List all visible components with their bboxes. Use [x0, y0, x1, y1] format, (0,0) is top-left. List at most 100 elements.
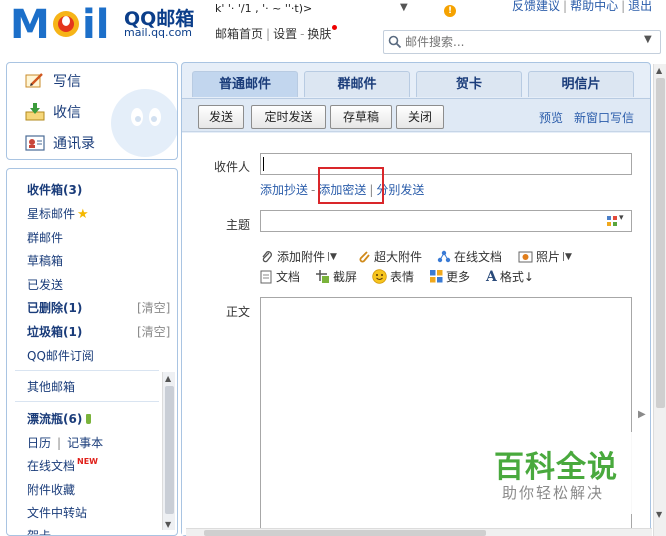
more-grid-icon: [430, 270, 443, 283]
scheduled-send-button[interactable]: 定时发送: [251, 105, 326, 129]
tab-postcard[interactable]: 明信片: [528, 71, 634, 97]
folder-subscribe[interactable]: QQ邮件订阅: [27, 347, 94, 364]
logout-link[interactable]: 退出: [628, 0, 652, 13]
page-scroll-thumb[interactable]: [656, 78, 665, 408]
receive-label: 收信: [53, 105, 81, 121]
expand-panel-arrow-icon[interactable]: ▶: [638, 409, 646, 420]
clear-deleted-link[interactable]: [清空]: [137, 299, 170, 316]
sidebar: 写信 收信 通讯录 收件箱(3) 星标邮件 ★ 群邮件 草稿箱 已发送 已删除(1…: [6, 62, 178, 536]
account-info[interactable]: k' '· '/1 , '· ~ ''·t)>: [215, 2, 312, 15]
calendar-notes-row: 日历 | 记事本: [27, 434, 103, 451]
tab-greeting-card[interactable]: 贺卡: [416, 71, 522, 97]
folder-starred[interactable]: 星标邮件 ★: [27, 205, 89, 222]
add-attachment-label: 添加附件: [277, 250, 326, 264]
compose-label: 写信: [53, 74, 81, 90]
contacts-button[interactable]: 通讯录: [25, 133, 95, 157]
feedback-link[interactable]: 反馈建议: [512, 0, 560, 13]
chevron-down-icon[interactable]: ▾: [619, 213, 624, 223]
nav-skin-link[interactable]: 换肤: [307, 27, 331, 41]
folder-sent[interactable]: 已发送: [27, 276, 63, 293]
header-nav: 邮箱首页 | 设置 - 换肤: [215, 25, 338, 42]
folder-scroll-thumb[interactable]: [165, 386, 174, 514]
more-tool[interactable]: 更多: [430, 268, 470, 285]
compose-button[interactable]: 写信: [25, 71, 81, 95]
notes-link[interactable]: 记事本: [67, 436, 103, 450]
format-tool[interactable]: A 格式↓: [486, 268, 534, 285]
scroll-down-icon[interactable]: ▼: [165, 520, 171, 529]
save-draft-button[interactable]: 存草稿: [330, 105, 392, 129]
emoji-icon: [372, 269, 387, 284]
online-doc-label: 在线文档: [454, 250, 503, 264]
nav-home-link[interactable]: 邮箱首页: [215, 27, 263, 41]
folder-online-docs[interactable]: 在线文档 NEW: [27, 457, 98, 474]
receive-button[interactable]: 收信: [25, 102, 81, 126]
search-icon[interactable]: [388, 35, 402, 49]
chevron-down-icon[interactable]: |▼: [327, 252, 337, 262]
scroll-up-icon[interactable]: ▲: [165, 374, 171, 383]
nav-settings-link[interactable]: 设置: [273, 27, 297, 41]
top-links: 反馈建议 | 帮助中心 | 退出: [512, 0, 652, 14]
subject-input[interactable]: ▾: [260, 210, 632, 232]
online-doc-tool[interactable]: 在线文档: [437, 248, 502, 265]
notice-icon[interactable]: !: [444, 5, 456, 17]
clear-spam-link[interactable]: [清空]: [137, 323, 170, 340]
chevron-down-icon[interactable]: |▼: [562, 252, 572, 262]
bottle-icon: [86, 414, 92, 424]
watermark-title: 百科全说: [494, 450, 618, 485]
folder-bottle[interactable]: 漂流瓶(6): [27, 410, 92, 427]
tab-normal-mail[interactable]: 普通邮件: [192, 71, 298, 97]
nav-separator: -: [300, 27, 305, 41]
contacts-card-icon: [25, 135, 45, 151]
page-horizontal-scrollbar[interactable]: [186, 528, 652, 536]
folder-starred-label: 星标邮件: [27, 207, 76, 221]
folder-deleted[interactable]: 已删除(1): [27, 299, 82, 316]
folder-scrollbar[interactable]: ▲ ▼: [162, 372, 175, 530]
screenshot-tool[interactable]: 截屏: [316, 268, 357, 285]
add-attachment-tool[interactable]: 添加附件 |▼: [260, 248, 337, 265]
folder-drafts[interactable]: 草稿箱: [27, 252, 63, 269]
calendar-link[interactable]: 日历: [27, 436, 51, 450]
format-label: 格式↓: [499, 270, 534, 284]
close-button[interactable]: 关闭: [396, 105, 444, 129]
page-vertical-scrollbar[interactable]: ▲ ▼: [653, 64, 666, 536]
folder-inbox[interactable]: 收件箱(3): [27, 181, 82, 198]
folder-attachments[interactable]: 附件收藏: [27, 481, 75, 498]
search-input[interactable]: [405, 32, 633, 52]
folder-file-transfer[interactable]: 文件中转站: [27, 504, 87, 521]
logo-domain: mail.qq.com: [124, 26, 193, 39]
to-input[interactable]: [260, 153, 632, 175]
online-doc-icon: [437, 250, 451, 262]
large-attachment-tool[interactable]: 超大附件: [357, 248, 422, 265]
document-tool[interactable]: 文档: [260, 268, 300, 285]
send-button[interactable]: 发送: [198, 105, 244, 129]
add-cc-link[interactable]: 添加抄送: [260, 183, 308, 197]
large-attachment-icon: [359, 250, 370, 262]
online-docs-label: 在线文档: [27, 459, 76, 473]
folder-other-mailbox[interactable]: 其他邮箱: [27, 378, 75, 395]
folder-bottle-label: 漂流瓶(6): [27, 412, 83, 426]
header: M il QQ邮箱 mail.qq.com k' '· '/1 , '· ~ '…: [0, 0, 666, 58]
qqmail-logo-icon[interactable]: M il: [10, 2, 118, 44]
compose-pen-icon: [25, 73, 43, 88]
folder-cards[interactable]: 贺卡: [27, 527, 51, 535]
new-window-link[interactable]: 新窗口写信: [574, 109, 634, 126]
tab-group-mail[interactable]: 群邮件: [304, 71, 410, 97]
photo-tool[interactable]: 照片 |▼: [518, 248, 572, 265]
photo-icon: [518, 251, 533, 262]
emoji-tool[interactable]: 表情: [372, 268, 414, 285]
stationery-grid-icon[interactable]: [607, 216, 617, 226]
subject-label: 主题: [226, 218, 251, 232]
star-icon: ★: [77, 207, 89, 222]
preview-link[interactable]: 预览: [539, 109, 563, 126]
folder-spam[interactable]: 垃圾箱(1): [27, 323, 82, 340]
help-link[interactable]: 帮助中心: [570, 0, 618, 13]
folder-group[interactable]: 群邮件: [27, 229, 63, 246]
svg-text:M: M: [10, 2, 50, 44]
scroll-up-icon[interactable]: ▲: [656, 66, 662, 75]
scroll-down-icon[interactable]: ▼: [656, 510, 662, 519]
top-link-separator: |: [563, 0, 568, 13]
horizontal-scroll-thumb[interactable]: [204, 530, 486, 536]
account-dropdown-icon[interactable]: ▼: [400, 2, 408, 13]
search-dropdown-icon[interactable]: ▼: [644, 34, 652, 45]
top-link-separator: |: [621, 0, 626, 13]
